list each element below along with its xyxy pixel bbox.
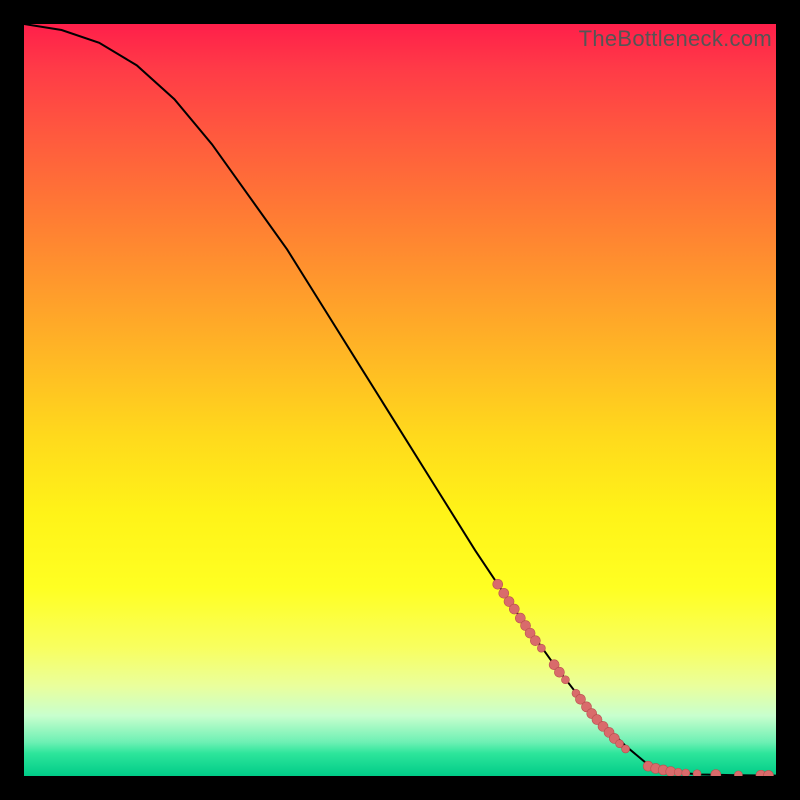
chart-overlay: [24, 24, 776, 776]
scatter-point: [530, 636, 540, 646]
scatter-points: [493, 579, 774, 776]
bottleneck-curve: [24, 24, 776, 776]
scatter-point: [682, 769, 690, 776]
scatter-point: [763, 770, 773, 776]
scatter-point: [734, 771, 742, 776]
scatter-point: [561, 676, 569, 684]
scatter-point: [509, 604, 519, 614]
scatter-point: [554, 667, 564, 677]
plot-area: TheBottleneck.com: [24, 24, 776, 776]
scatter-point: [711, 770, 721, 777]
scatter-point: [674, 768, 682, 776]
scatter-point: [537, 644, 545, 652]
scatter-point: [493, 579, 503, 589]
scatter-point: [622, 745, 630, 753]
chart-frame: TheBottleneck.com: [0, 0, 800, 800]
scatter-point: [693, 770, 701, 776]
